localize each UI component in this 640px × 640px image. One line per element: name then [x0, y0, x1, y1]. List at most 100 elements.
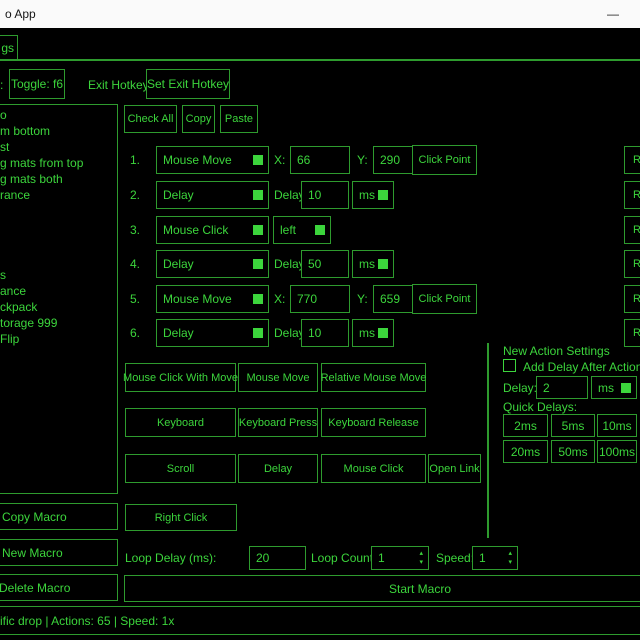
macro-list-item[interactable]: m bottom: [0, 123, 116, 139]
add-delay-after-action-label: Add Delay After Action: [523, 360, 640, 374]
delay-input[interactable]: 10: [301, 181, 349, 209]
macro-list-item[interactable]: [0, 235, 116, 251]
add-keyboard-press-button[interactable]: Keyboard Press: [238, 408, 318, 437]
add-mouse-click-with-move-button[interactable]: Mouse Click With Move: [125, 363, 236, 392]
macro-list-item[interactable]: s: [0, 267, 116, 283]
copy-macro-button[interactable]: Copy Macro: [0, 503, 118, 530]
set-exit-hotkey-button[interactable]: Set Exit Hotkey: [146, 69, 230, 99]
macro-list-item[interactable]: Flip: [0, 331, 116, 347]
macro-list-item[interactable]: [0, 203, 116, 219]
add-keyboard-button[interactable]: Keyboard: [125, 408, 236, 437]
macro-list-item[interactable]: ckpack: [0, 299, 116, 315]
click-point-button[interactable]: Click Point: [412, 284, 477, 314]
stepper-arrows[interactable]: ▴▾: [419, 549, 423, 567]
minimize-button[interactable]: —: [598, 0, 628, 28]
action-type-dropdown[interactable]: Mouse Click: [156, 216, 269, 244]
action-type-dropdown[interactable]: Delay: [156, 250, 269, 278]
stepper-arrows[interactable]: ▴▾: [508, 549, 512, 567]
add-delay-after-action-checkbox[interactable]: [503, 359, 516, 372]
action-number: 4.: [130, 250, 140, 278]
spin-up-icon[interactable]: ▴: [419, 549, 423, 558]
add-mouse-click-button[interactable]: Mouse Click: [321, 454, 426, 483]
window-title: o App: [0, 7, 36, 21]
delay-input[interactable]: 50: [301, 250, 349, 278]
add-mouse-move-button[interactable]: Mouse Move: [238, 363, 318, 392]
x-input[interactable]: 66: [290, 146, 350, 174]
spin-down-icon[interactable]: ▾: [508, 558, 512, 567]
action-type-value: Mouse Move: [163, 292, 232, 306]
mouse-button-dropdown[interactable]: left: [273, 216, 331, 244]
action-type-value: Delay: [163, 188, 194, 202]
unit-dropdown[interactable]: ms: [352, 181, 394, 209]
start-macro-button[interactable]: Start Macro: [124, 575, 640, 602]
dropdown-indicator-icon: [253, 294, 263, 304]
macro-list-item[interactable]: [0, 219, 116, 235]
toggle-hotkey-button[interactable]: Toggle: f6: [9, 69, 65, 99]
spin-up-icon[interactable]: ▴: [508, 549, 512, 558]
settings-unit-value: ms: [598, 381, 614, 395]
quick-delay-20ms-button[interactable]: 20ms: [503, 440, 548, 463]
add-scroll-button[interactable]: Scroll: [125, 454, 236, 483]
remove-button[interactable]: R: [624, 285, 640, 313]
toggle-hotkey-label: :: [0, 78, 3, 92]
loop-count-stepper[interactable]: 1 ▴▾: [371, 546, 429, 570]
quick-delays-label: Quick Delays:: [503, 400, 577, 414]
quick-delay-2ms-button[interactable]: 2ms: [503, 414, 548, 437]
action-type-dropdown[interactable]: Delay: [156, 319, 269, 347]
x-label: X:: [274, 292, 285, 306]
macro-list-item[interactable]: torage 999: [0, 315, 116, 331]
action-type-dropdown[interactable]: Mouse Move: [156, 146, 269, 174]
y-label: Y:: [357, 153, 368, 167]
remove-button[interactable]: R: [624, 319, 640, 347]
delete-macro-button[interactable]: Delete Macro: [0, 574, 118, 601]
settings-delay-input[interactable]: 2: [536, 376, 588, 399]
action-type-dropdown[interactable]: Mouse Move: [156, 285, 269, 313]
speed-stepper[interactable]: 1 ▴▾: [472, 546, 518, 570]
action-type-value: Delay: [163, 257, 194, 271]
macro-list-item[interactable]: g mats both: [0, 171, 116, 187]
macro-list-item[interactable]: o: [0, 107, 116, 123]
settings-delay-label: Delay:: [503, 381, 537, 395]
tab-settings[interactable]: gs: [0, 35, 18, 60]
dropdown-indicator-icon: [253, 259, 263, 269]
delay-input[interactable]: 10: [301, 319, 349, 347]
unit-dropdown[interactable]: ms: [352, 250, 394, 278]
check-all-button[interactable]: Check All: [124, 105, 177, 133]
click-point-button[interactable]: Click Point: [412, 145, 477, 175]
loop-delay-label: Loop Delay (ms):: [125, 551, 216, 565]
macro-list-item[interactable]: ance: [0, 283, 116, 299]
macro-list-item[interactable]: st: [0, 139, 116, 155]
action-number: 3.: [130, 216, 140, 244]
copy-button[interactable]: Copy: [182, 105, 215, 133]
paste-button[interactable]: Paste: [220, 105, 258, 133]
unit-dropdown[interactable]: ms: [352, 319, 394, 347]
add-keyboard-release-button[interactable]: Keyboard Release: [321, 408, 426, 437]
dropdown-indicator-icon: [253, 328, 263, 338]
x-input[interactable]: 770: [290, 285, 350, 313]
loop-delay-input[interactable]: 20: [249, 546, 306, 570]
macro-list-item[interactable]: [0, 251, 116, 267]
remove-button[interactable]: R: [624, 181, 640, 209]
add-relative-mouse-move-button[interactable]: Relative Mouse Move: [321, 363, 426, 392]
quick-delay-50ms-button[interactable]: 50ms: [551, 440, 595, 463]
macro-list-item[interactable]: g mats from top: [0, 155, 116, 171]
quick-delay-5ms-button[interactable]: 5ms: [551, 414, 595, 437]
spin-down-icon[interactable]: ▾: [419, 558, 423, 567]
action-type-value: Mouse Move: [163, 153, 232, 167]
unit-value: ms: [359, 188, 375, 202]
action-number: 5.: [130, 285, 140, 313]
macro-list-item[interactable]: rance: [0, 187, 116, 203]
settings-unit-dropdown[interactable]: ms: [591, 376, 637, 399]
new-macro-button[interactable]: New Macro: [0, 539, 118, 566]
quick-delay-100ms-button[interactable]: 100ms: [597, 440, 637, 463]
remove-button[interactable]: R: [624, 216, 640, 244]
add-open-link-button[interactable]: Open Link: [428, 454, 481, 483]
mouse-button-value: left: [280, 223, 296, 237]
add-delay-button[interactable]: Delay: [238, 454, 318, 483]
remove-button[interactable]: R: [624, 250, 640, 278]
add-right-click-button[interactable]: Right Click: [125, 504, 237, 531]
remove-button[interactable]: R: [624, 146, 640, 174]
action-type-dropdown[interactable]: Delay: [156, 181, 269, 209]
dropdown-indicator-icon: [378, 328, 388, 338]
quick-delay-10ms-button[interactable]: 10ms: [597, 414, 637, 437]
